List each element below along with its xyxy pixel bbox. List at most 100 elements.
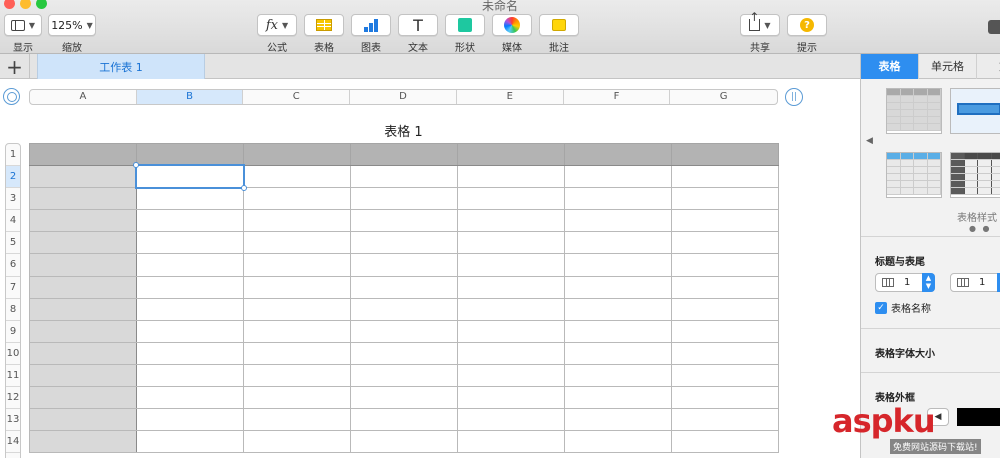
table-cell[interactable]: [457, 209, 565, 233]
row-header[interactable]: 6: [6, 254, 20, 277]
table-cell[interactable]: [457, 430, 565, 454]
table-cell[interactable]: [29, 187, 137, 211]
table-cell[interactable]: [243, 363, 351, 388]
table-cell[interactable]: [457, 231, 565, 255]
row-header[interactable]: 14: [6, 431, 20, 454]
row-header[interactable]: 4: [6, 210, 20, 233]
table-cell[interactable]: [671, 165, 779, 189]
column-header[interactable]: A: [30, 90, 137, 104]
table-cell[interactable]: [136, 187, 244, 211]
table-cell[interactable]: [350, 253, 458, 277]
table-cell[interactable]: [457, 142, 565, 167]
table-cell[interactable]: [243, 408, 351, 432]
table-cell[interactable]: [671, 275, 779, 299]
table-cell[interactable]: [350, 297, 458, 321]
table-cell[interactable]: [243, 142, 351, 167]
table-cell[interactable]: [671, 386, 779, 410]
tips-button[interactable]: ?: [787, 14, 827, 36]
table-cell[interactable]: [243, 341, 351, 365]
table-cell[interactable]: [350, 231, 458, 255]
table-cell[interactable]: [136, 430, 244, 454]
table-cell[interactable]: [136, 341, 244, 365]
table-cell[interactable]: [243, 386, 351, 410]
table-cell[interactable]: [29, 165, 137, 189]
row-header[interactable]: 3: [6, 188, 20, 211]
table-cell[interactable]: [564, 430, 672, 454]
header-columns-stepper[interactable]: 1 ▲▼: [950, 273, 1000, 292]
table-cell[interactable]: [29, 363, 137, 388]
table-cell[interactable]: [671, 209, 779, 233]
table-cell[interactable]: [671, 142, 779, 167]
table-cell[interactable]: [564, 187, 672, 211]
table-cell[interactable]: [671, 297, 779, 321]
table-cell[interactable]: [29, 209, 137, 233]
tab-cell[interactable]: 单元格: [919, 54, 977, 79]
table-cell[interactable]: [564, 209, 672, 233]
table-cell[interactable]: [350, 408, 458, 432]
table-name-checkbox[interactable]: ✓: [875, 301, 887, 314]
table-cell[interactable]: [29, 319, 137, 343]
table-cell[interactable]: [457, 408, 565, 432]
table-cell[interactable]: [350, 341, 458, 365]
row-header[interactable]: 11: [6, 365, 20, 388]
table-cell[interactable]: [350, 142, 458, 167]
table-style-dark[interactable]: [950, 152, 1000, 198]
selection-handle[interactable]: [241, 185, 247, 191]
row-header[interactable]: 8: [6, 299, 20, 321]
table-cell[interactable]: [29, 341, 137, 365]
table-cell[interactable]: [243, 275, 351, 299]
table-cell[interactable]: [671, 231, 779, 255]
table-cell[interactable]: [671, 363, 779, 388]
row-header[interactable]: 2: [6, 166, 20, 189]
stepper-arrows-icon[interactable]: ▲▼: [922, 273, 935, 292]
table-cell[interactable]: [457, 275, 565, 299]
table-cell[interactable]: [564, 341, 672, 365]
row-header[interactable]: 7: [6, 277, 20, 299]
spreadsheet-table[interactable]: [29, 142, 779, 454]
table-cell[interactable]: [457, 319, 565, 343]
column-header[interactable]: G: [670, 90, 777, 104]
table-cell[interactable]: [564, 142, 672, 167]
tab-table[interactable]: 表格: [861, 54, 919, 79]
table-cell[interactable]: [457, 297, 565, 321]
select-table-handle[interactable]: [3, 88, 20, 105]
table-cell[interactable]: [350, 319, 458, 343]
tab-text[interactable]: 文: [977, 54, 1000, 79]
table-cell[interactable]: [350, 275, 458, 299]
insert-shape-button[interactable]: [445, 14, 485, 36]
table-cell[interactable]: [457, 386, 565, 410]
table-cell[interactable]: [136, 209, 244, 233]
table-cell[interactable]: [243, 297, 351, 321]
table-cell[interactable]: [136, 319, 244, 343]
table-cell[interactable]: [350, 430, 458, 454]
table-cell[interactable]: [671, 253, 779, 277]
table-cell[interactable]: [29, 142, 137, 167]
table-cell[interactable]: [136, 231, 244, 255]
insert-media-button[interactable]: [492, 14, 532, 36]
row-header[interactable]: 1: [6, 144, 20, 167]
add-sheet-button[interactable]: +: [0, 54, 30, 79]
zoom-select[interactable]: 125% ▼: [48, 14, 96, 36]
table-name-option[interactable]: ✓ 表格名称: [875, 300, 931, 315]
table-cell[interactable]: [350, 209, 458, 233]
column-header[interactable]: E: [457, 90, 564, 104]
table-cell[interactable]: [29, 386, 137, 410]
page-dots[interactable]: ● ●: [969, 224, 992, 233]
header-rows-stepper[interactable]: 1 ▲ ▼: [875, 273, 935, 292]
table-cell[interactable]: [29, 253, 137, 277]
table-cell[interactable]: [136, 142, 244, 167]
column-header[interactable]: B: [136, 90, 244, 104]
column-header[interactable]: D: [350, 90, 457, 104]
table-cell[interactable]: [29, 297, 137, 321]
sheet-canvas[interactable]: ABCDEFG || 1 2 3 4 5 6 7 8 9 10 11 12 13 14 表格 1: [0, 79, 860, 458]
column-header[interactable]: F: [564, 90, 671, 104]
table-cell[interactable]: [243, 253, 351, 277]
table-cell[interactable]: [243, 231, 351, 255]
table-cell[interactable]: [457, 187, 565, 211]
table-cell[interactable]: [564, 408, 672, 432]
row-header[interactable]: 10: [6, 343, 20, 365]
column-header[interactable]: C: [243, 90, 351, 104]
insert-text-button[interactable]: T: [398, 14, 438, 36]
table-style-cyan[interactable]: [886, 152, 942, 198]
table-cell[interactable]: [671, 341, 779, 365]
